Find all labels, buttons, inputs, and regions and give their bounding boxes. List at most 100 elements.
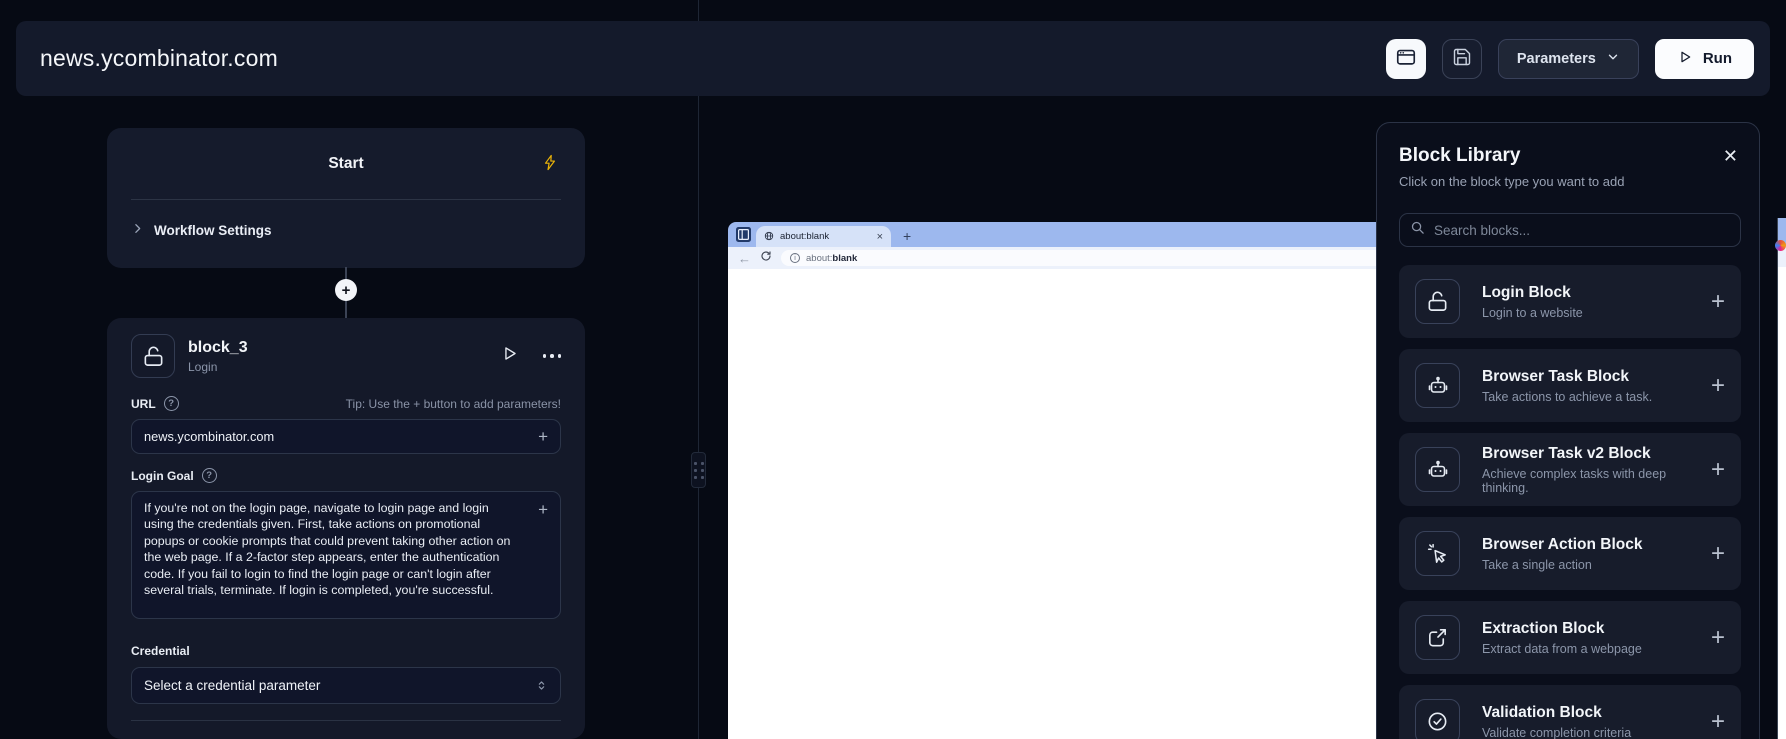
url-add-parameter-button[interactable]: +	[538, 427, 548, 447]
side-panel-icon[interactable]	[736, 227, 751, 247]
robot-icon	[1415, 363, 1460, 408]
add-block-button[interactable]: +	[1711, 456, 1725, 484]
top-bar-actions: Parameters Run	[1386, 39, 1754, 79]
add-block-button[interactable]: +	[1711, 708, 1725, 736]
parameters-tip: Tip: Use the + button to add parameters!	[346, 397, 561, 411]
browser-tab[interactable]: about:blank ×	[756, 226, 891, 247]
panel-divider	[698, 0, 699, 739]
run-label: Run	[1703, 50, 1732, 67]
goal-add-parameter-button[interactable]: +	[538, 502, 548, 518]
block-item-title: Browser Task Block	[1482, 368, 1652, 386]
block-list-item-browser-task[interactable]: Browser Task Block Take actions to achie…	[1399, 349, 1741, 422]
url-label-row: URL ? Tip: Use the + button to add param…	[131, 396, 561, 411]
parameters-button[interactable]: Parameters	[1498, 39, 1639, 79]
url-label: URL	[131, 397, 156, 411]
export-icon	[1415, 615, 1460, 660]
block-library-subtitle: Click on the block type you want to add	[1399, 174, 1741, 189]
block-list-item-extraction[interactable]: Extraction Block Extract data from a web…	[1399, 601, 1741, 674]
save-button[interactable]	[1442, 39, 1482, 79]
run-block-icon[interactable]	[500, 344, 519, 368]
new-tab-button[interactable]: +	[903, 228, 911, 244]
block-menu-icon[interactable]	[543, 354, 562, 358]
block-list-item-browser-action[interactable]: Browser Action Block Take a single actio…	[1399, 517, 1741, 590]
search-icon	[1410, 220, 1425, 240]
block-item-title: Validation Block	[1482, 704, 1631, 722]
block-item-description: Validate completion criteria	[1482, 726, 1631, 739]
add-block-button[interactable]: +	[1711, 624, 1725, 652]
cursor-click-icon	[1415, 531, 1460, 576]
close-icon[interactable]: ✕	[1723, 146, 1738, 167]
goal-help-icon[interactable]: ?	[202, 468, 217, 483]
block-list-item-browser-task-v2[interactable]: Browser Task v2 Block Achieve complex ta…	[1399, 433, 1741, 506]
back-icon[interactable]: ←	[738, 252, 751, 265]
search-box	[1399, 213, 1741, 247]
url-help-icon[interactable]: ?	[164, 396, 179, 411]
block-library-title: Block Library	[1399, 145, 1741, 167]
address-text: about:blank	[806, 253, 857, 264]
block-list-item-login[interactable]: Login Block Login to a website +	[1399, 265, 1741, 338]
credential-label-row: Credential	[131, 644, 561, 658]
login-goal-value: If you're not on the login page, navigat…	[144, 501, 510, 597]
check-circle-icon	[1415, 699, 1460, 739]
panel-drag-handle[interactable]	[691, 452, 706, 488]
add-block-node-button[interactable]: +	[335, 279, 357, 301]
reload-icon[interactable]	[760, 249, 772, 267]
credential-select[interactable]: Select a credential parameter	[131, 667, 561, 704]
block-card-divider	[131, 720, 561, 721]
block-item-description: Extract data from a webpage	[1482, 642, 1642, 656]
add-block-button[interactable]: +	[1711, 540, 1725, 568]
secondary-page	[1778, 267, 1786, 739]
play-icon	[1677, 49, 1693, 69]
block-item-description: Login to a website	[1482, 306, 1583, 320]
lock-open-icon	[131, 334, 175, 378]
credential-label: Credential	[131, 644, 190, 658]
url-input[interactable]	[144, 429, 526, 444]
block-item-description: Achieve complex tasks with deep thinking…	[1482, 467, 1711, 495]
block-list-item-validation[interactable]: Validation Block Validate completion cri…	[1399, 685, 1741, 739]
globe-icon	[764, 228, 774, 246]
chevron-right-icon	[131, 222, 144, 238]
add-block-button[interactable]: +	[1711, 372, 1725, 400]
block-item-title: Login Block	[1482, 284, 1583, 302]
robot-icon	[1415, 447, 1460, 492]
block-list: Login Block Login to a website + B	[1399, 265, 1741, 739]
profile-avatar-icon	[1775, 240, 1786, 251]
chevron-down-icon	[1606, 50, 1620, 68]
start-node-header: Start	[107, 128, 585, 199]
browser-window-icon	[1395, 46, 1417, 71]
secondary-browser-sliver	[1777, 218, 1786, 739]
credential-select-value: Select a credential parameter	[144, 678, 320, 693]
workflow-settings-label: Workflow Settings	[154, 223, 272, 238]
start-node-title: Start	[328, 155, 363, 173]
block-library-panel: Block Library ✕ Click on the block type …	[1376, 122, 1760, 739]
workflow-settings-toggle[interactable]: Workflow Settings	[107, 200, 585, 238]
login-goal-label: Login Goal	[131, 469, 194, 483]
login-goal-textarea[interactable]: If you're not on the login page, navigat…	[131, 491, 561, 619]
workflow-builder-app: news.ycombinator.com	[0, 0, 1786, 739]
login-block-card[interactable]: block_3 Login URL ? Tip: Use the + butto…	[107, 318, 585, 739]
block-actions	[500, 344, 562, 368]
block-item-description: Take a single action	[1482, 558, 1643, 572]
start-node-card[interactable]: Start Workflow Settings	[107, 128, 585, 268]
url-input-wrap: +	[131, 419, 561, 454]
block-titles: block_3 Login	[188, 339, 248, 374]
run-button[interactable]: Run	[1655, 39, 1754, 79]
block-name: block_3	[188, 339, 248, 357]
tab-close-icon[interactable]: ×	[877, 231, 883, 243]
lightning-icon	[542, 154, 559, 176]
page-title: news.ycombinator.com	[40, 45, 278, 72]
block-type: Login	[188, 360, 248, 374]
search-input[interactable]	[1434, 223, 1730, 238]
block-item-description: Take actions to achieve a task.	[1482, 390, 1652, 404]
save-icon	[1452, 47, 1472, 70]
goal-label-row: Login Goal ?	[131, 468, 561, 483]
block-header: block_3 Login	[131, 334, 561, 378]
browser-view-button[interactable]	[1386, 39, 1426, 79]
secondary-toolbar	[1778, 246, 1786, 267]
add-block-button[interactable]: +	[1711, 288, 1725, 316]
block-item-title: Extraction Block	[1482, 620, 1642, 638]
select-updown-icon	[535, 679, 548, 692]
block-item-title: Browser Action Block	[1482, 536, 1643, 554]
browser-tab-title: about:blank	[780, 231, 871, 242]
page-info-icon[interactable]: i	[790, 253, 800, 263]
